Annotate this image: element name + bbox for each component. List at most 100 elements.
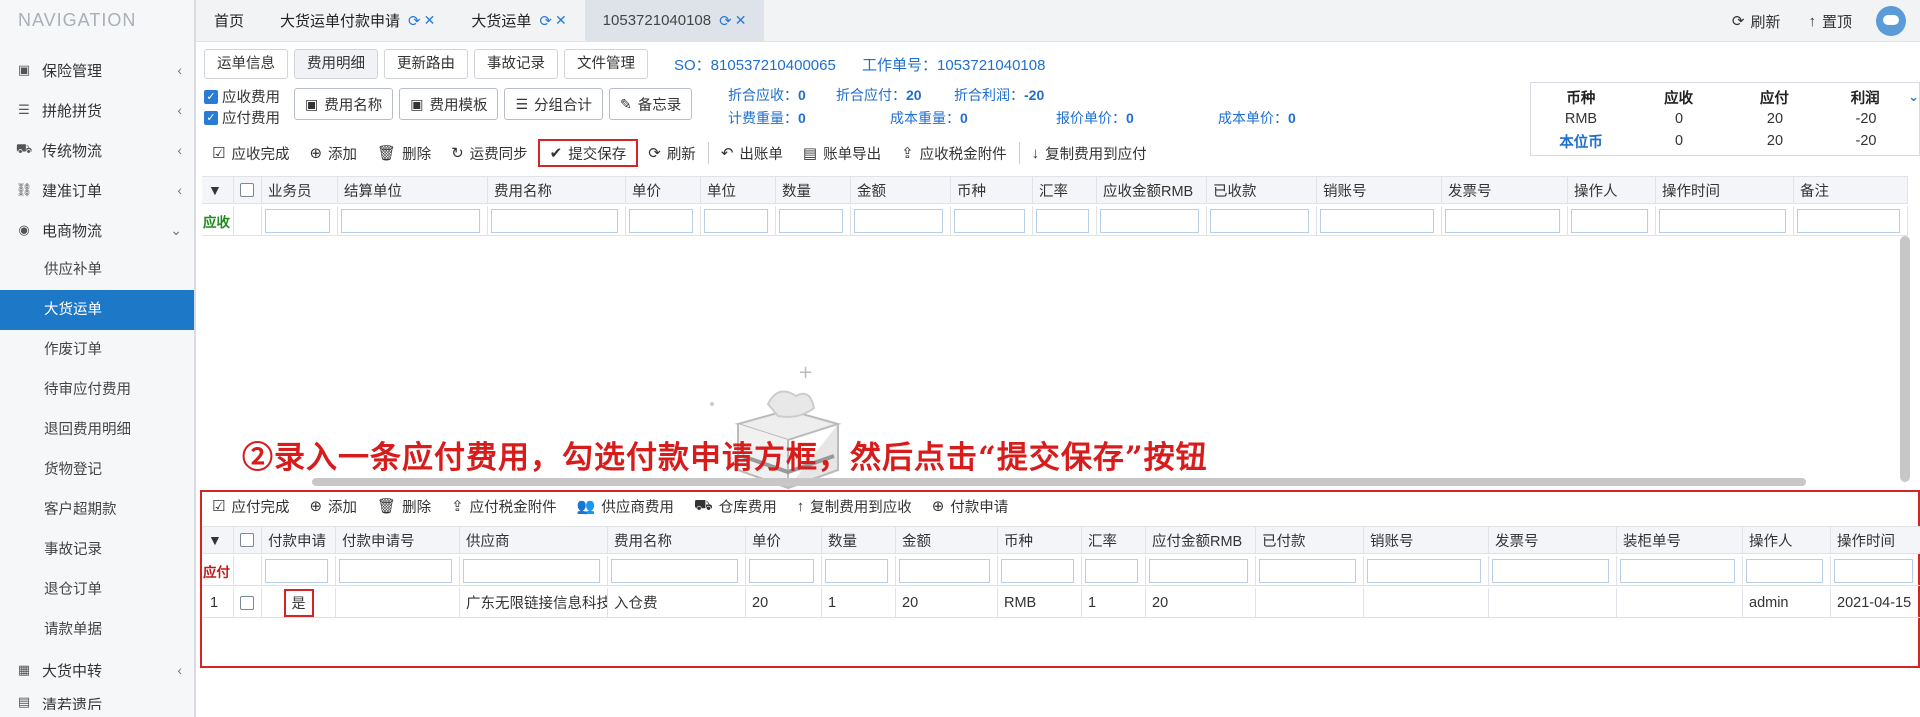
receivable-complete-button[interactable]: ☑ 应收完成 — [202, 139, 299, 167]
column-header[interactable]: 币种 — [998, 527, 1082, 553]
filter-input[interactable] — [1797, 208, 1900, 233]
filter-input[interactable] — [611, 558, 738, 583]
receivable-checkbox[interactable]: ✓ 应收费用 — [204, 86, 280, 107]
tab-home[interactable]: 首页 — [196, 0, 262, 42]
filter-input[interactable] — [1834, 558, 1913, 583]
refresh-icon[interactable]: ⟳ — [408, 12, 421, 30]
payable-complete-button[interactable]: ☑ 应付完成 — [202, 492, 299, 520]
subtab-waybill-info[interactable]: 运单信息 — [204, 49, 288, 79]
column-header[interactable]: 操作时间 — [1831, 527, 1920, 553]
column-header[interactable]: 供应商 — [460, 527, 608, 553]
cell-operator[interactable]: admin — [1743, 588, 1831, 617]
filter-input[interactable] — [1445, 208, 1560, 233]
filter-input[interactable] — [1100, 208, 1199, 233]
column-header[interactable]: 付款申请号 — [336, 527, 460, 553]
filter-input[interactable] — [1659, 208, 1786, 233]
column-header[interactable]: 费用名称 — [488, 177, 626, 203]
refresh-button[interactable]: ⟳ 刷新 — [638, 139, 706, 167]
column-header[interactable]: 币种 — [951, 177, 1033, 203]
cell-container[interactable] — [1617, 588, 1743, 617]
payment-apply-cell[interactable]: 是 — [262, 588, 336, 617]
filter-input[interactable] — [463, 558, 600, 583]
subtab-accident[interactable]: 事故记录 — [474, 49, 558, 79]
freight-sync-button[interactable]: ↻ 运费同步 — [441, 139, 538, 167]
close-icon[interactable]: ✕ — [735, 12, 747, 29]
column-header[interactable]: 销账号 — [1364, 527, 1489, 553]
close-icon[interactable]: ✕ — [424, 12, 436, 29]
tab-payment-apply[interactable]: 大货运单付款申请 ⟳ ✕ — [262, 0, 453, 42]
payment-apply-value[interactable]: 是 — [283, 588, 314, 617]
filter-input[interactable] — [629, 208, 693, 233]
cell-supplier[interactable]: 广东无限链接信息科技 — [460, 588, 608, 617]
checkbox-checked-icon[interactable]: ✓ — [204, 89, 218, 104]
avatar[interactable] — [1876, 6, 1906, 36]
column-header[interactable]: 单价 — [746, 527, 822, 553]
filter-input[interactable] — [1620, 558, 1735, 583]
sidebar-item-ecommerce[interactable]: ◉ 电商物流 ⌄ — [0, 210, 194, 250]
cell-currency[interactable]: RMB — [998, 588, 1082, 617]
cell-fee-name[interactable]: 入仓费 — [608, 588, 746, 617]
supplier-fee-button[interactable]: 👥 供应商费用 — [567, 492, 684, 520]
export-bill-button[interactable]: ▤ 账单导出 — [793, 139, 891, 167]
sidebar-subitem[interactable]: 待审应付费用 — [0, 370, 194, 410]
sidebar-subitem[interactable]: 退仓订单 — [0, 570, 194, 610]
filter-input[interactable] — [749, 558, 814, 583]
filter-input[interactable] — [1746, 558, 1823, 583]
column-header[interactable]: 已收款 — [1207, 177, 1317, 203]
sidebar-item-traditional[interactable]: ⛟ 传统物流 ‹ — [0, 130, 194, 170]
cell-paid[interactable] — [1256, 588, 1364, 617]
chevron-down-icon[interactable]: ⌄ — [1908, 89, 1919, 105]
sidebar-subitem-active[interactable]: 大货运单 — [0, 290, 194, 330]
filter-input[interactable] — [854, 208, 943, 233]
cell-amount[interactable]: 20 — [896, 588, 998, 617]
cell-invoice[interactable] — [1489, 588, 1617, 617]
column-header[interactable]: 应收金额RMB — [1097, 177, 1207, 203]
copy-to-payable-button[interactable]: ↓ 复制费用到应付 — [1022, 139, 1157, 167]
filter-input[interactable] — [1036, 208, 1089, 233]
filter-icon[interactable]: ▼ — [202, 527, 234, 553]
column-header[interactable]: 汇率 — [1082, 527, 1146, 553]
filter-input[interactable] — [1320, 208, 1434, 233]
close-icon[interactable]: ✕ — [555, 12, 567, 29]
checkbox-icon[interactable] — [240, 595, 254, 610]
filter-input[interactable] — [954, 208, 1025, 233]
warehouse-fee-button[interactable]: ⛟ 仓库费用 — [684, 492, 787, 520]
fee-template-button[interactable]: ▣ 费用模板 — [399, 88, 499, 120]
receivable-tax-attachment-button[interactable]: ⇪ 应收税金附件 — [891, 139, 1017, 167]
payment-apply-button[interactable]: ⊕ 付款申请 — [922, 492, 1019, 520]
cell-rate[interactable]: 1 — [1082, 588, 1146, 617]
filter-input[interactable] — [779, 208, 843, 233]
filter-input[interactable] — [341, 208, 480, 233]
sidebar-subitem[interactable]: 退回费用明细 — [0, 410, 194, 450]
cell-apply-no[interactable] — [336, 588, 460, 617]
delete-button[interactable]: 🗑 删除 — [367, 492, 441, 520]
column-header[interactable]: 发票号 — [1489, 527, 1617, 553]
filter-input[interactable] — [1001, 558, 1074, 583]
filter-icon[interactable]: ▼ — [202, 177, 234, 203]
filter-input[interactable] — [1492, 558, 1609, 583]
sidebar-subitem[interactable]: 客户超期款 — [0, 490, 194, 530]
cell-writeoff[interactable] — [1364, 588, 1489, 617]
column-header[interactable]: 业务员 — [262, 177, 338, 203]
column-header[interactable]: 操作人 — [1743, 527, 1831, 553]
column-header[interactable]: 结算单位 — [338, 177, 488, 203]
subtab-files[interactable]: 文件管理 — [564, 49, 648, 79]
filter-input[interactable] — [1149, 558, 1248, 583]
submit-save-button[interactable]: ✔ 提交保存 — [537, 139, 639, 167]
sidebar-item-more[interactable]: ▤ 清若遗后 — [0, 690, 194, 710]
filter-input[interactable] — [491, 208, 618, 233]
column-header[interactable]: 备注 — [1794, 177, 1908, 203]
vertical-scrollbar[interactable] — [1900, 236, 1910, 482]
filter-input[interactable] — [1259, 558, 1356, 583]
filter-input[interactable] — [1571, 208, 1648, 233]
issue-bill-button[interactable]: ↶ 出账单 — [711, 139, 793, 167]
filter-input[interactable] — [339, 558, 452, 583]
cell-qty[interactable]: 1 — [822, 588, 896, 617]
refresh-button[interactable]: ⟳ 刷新 — [1718, 0, 1795, 42]
column-header[interactable]: 金额 — [896, 527, 998, 553]
payable-checkbox[interactable]: ✓ 应付费用 — [204, 107, 280, 128]
sidebar-subitem[interactable]: 作废订单 — [0, 330, 194, 370]
filter-input[interactable] — [1210, 208, 1309, 233]
column-header[interactable]: 数量 — [822, 527, 896, 553]
sidebar-subitem[interactable]: 供应补单 — [0, 250, 194, 290]
